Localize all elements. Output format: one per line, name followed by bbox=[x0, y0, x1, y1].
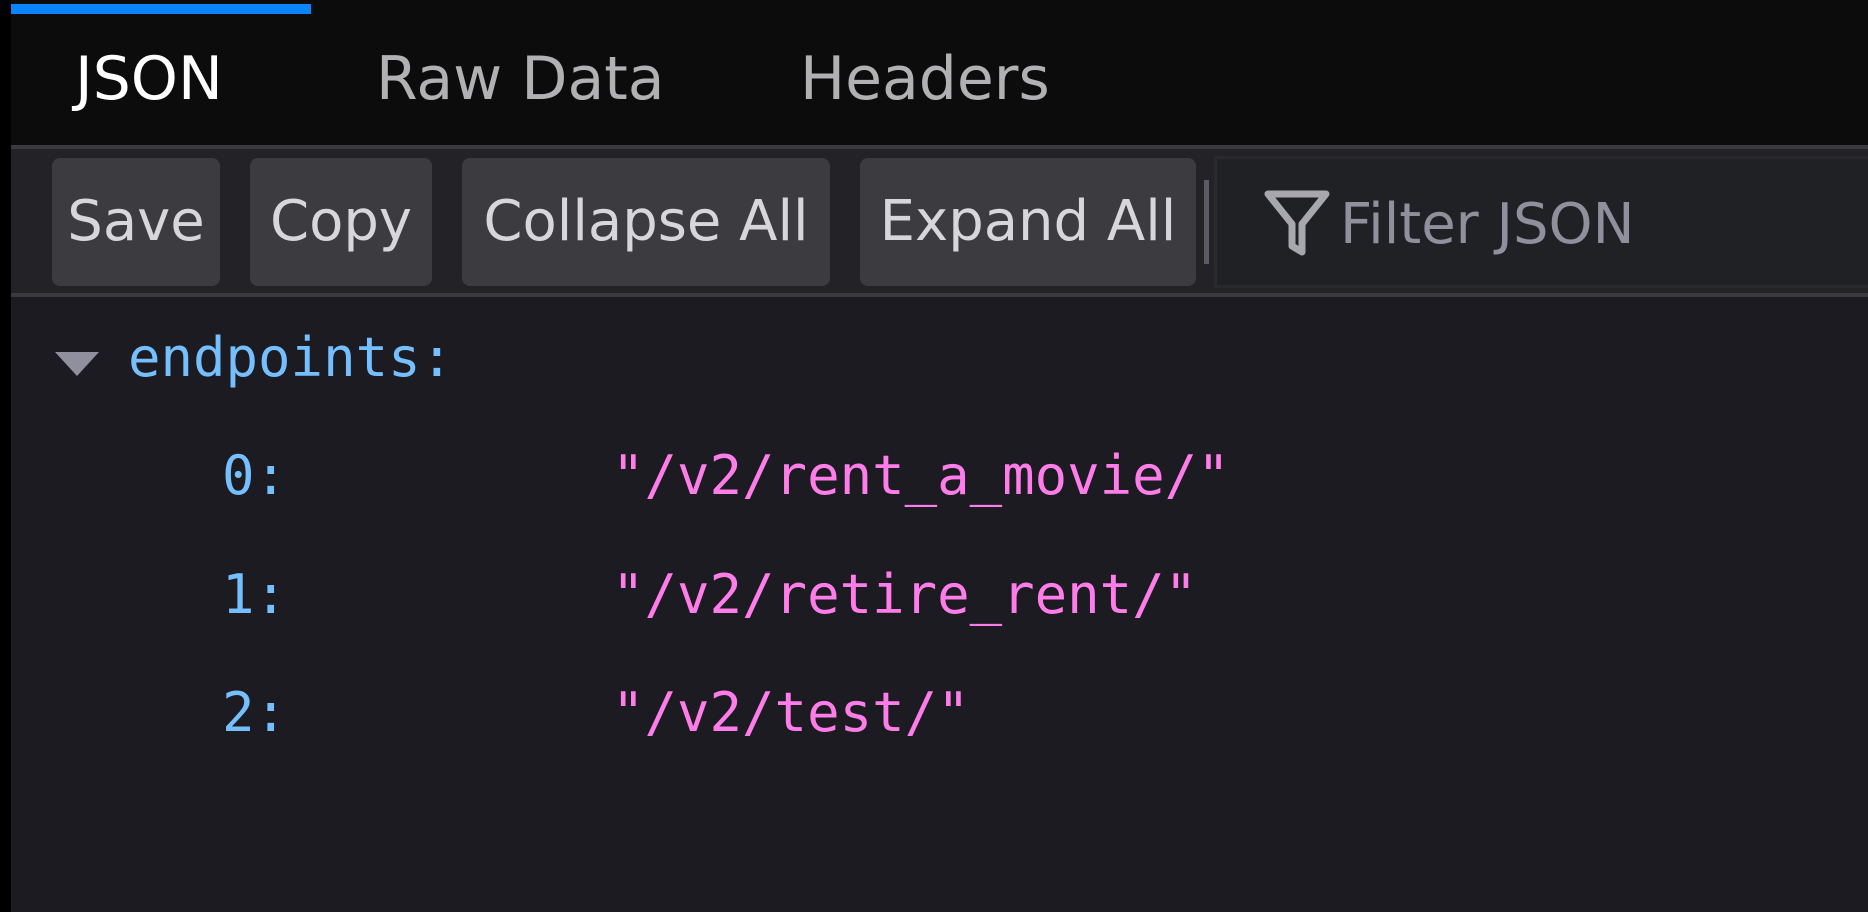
collapse-all-button[interactable]: Collapse All bbox=[462, 158, 830, 286]
json-item-value: "/v2/test/" bbox=[612, 681, 970, 744]
json-item-value: "/v2/rent_a_movie/" bbox=[612, 444, 1230, 507]
window-edge bbox=[0, 0, 11, 912]
json-root-key: endpoints: bbox=[128, 326, 454, 389]
tab-headers[interactable]: Headers bbox=[800, 42, 1050, 116]
tab-json[interactable]: JSON bbox=[75, 42, 223, 116]
json-item-key: 1: bbox=[222, 563, 288, 626]
copy-button[interactable]: Copy bbox=[250, 158, 432, 286]
selected-tab-indicator bbox=[11, 4, 311, 14]
json-item-key: 2: bbox=[222, 681, 288, 744]
save-button[interactable]: Save bbox=[52, 158, 220, 286]
tab-raw-data[interactable]: Raw Data bbox=[376, 42, 665, 116]
toolbar-separator bbox=[1204, 180, 1209, 264]
expand-all-button[interactable]: Expand All bbox=[860, 158, 1196, 286]
filter-json-input[interactable] bbox=[1340, 182, 1860, 266]
filter-icon bbox=[1264, 190, 1330, 256]
json-item-value: "/v2/retire_rent/" bbox=[612, 563, 1198, 626]
expand-toggle-icon[interactable] bbox=[53, 350, 101, 378]
json-item-key: 0: bbox=[222, 444, 288, 507]
